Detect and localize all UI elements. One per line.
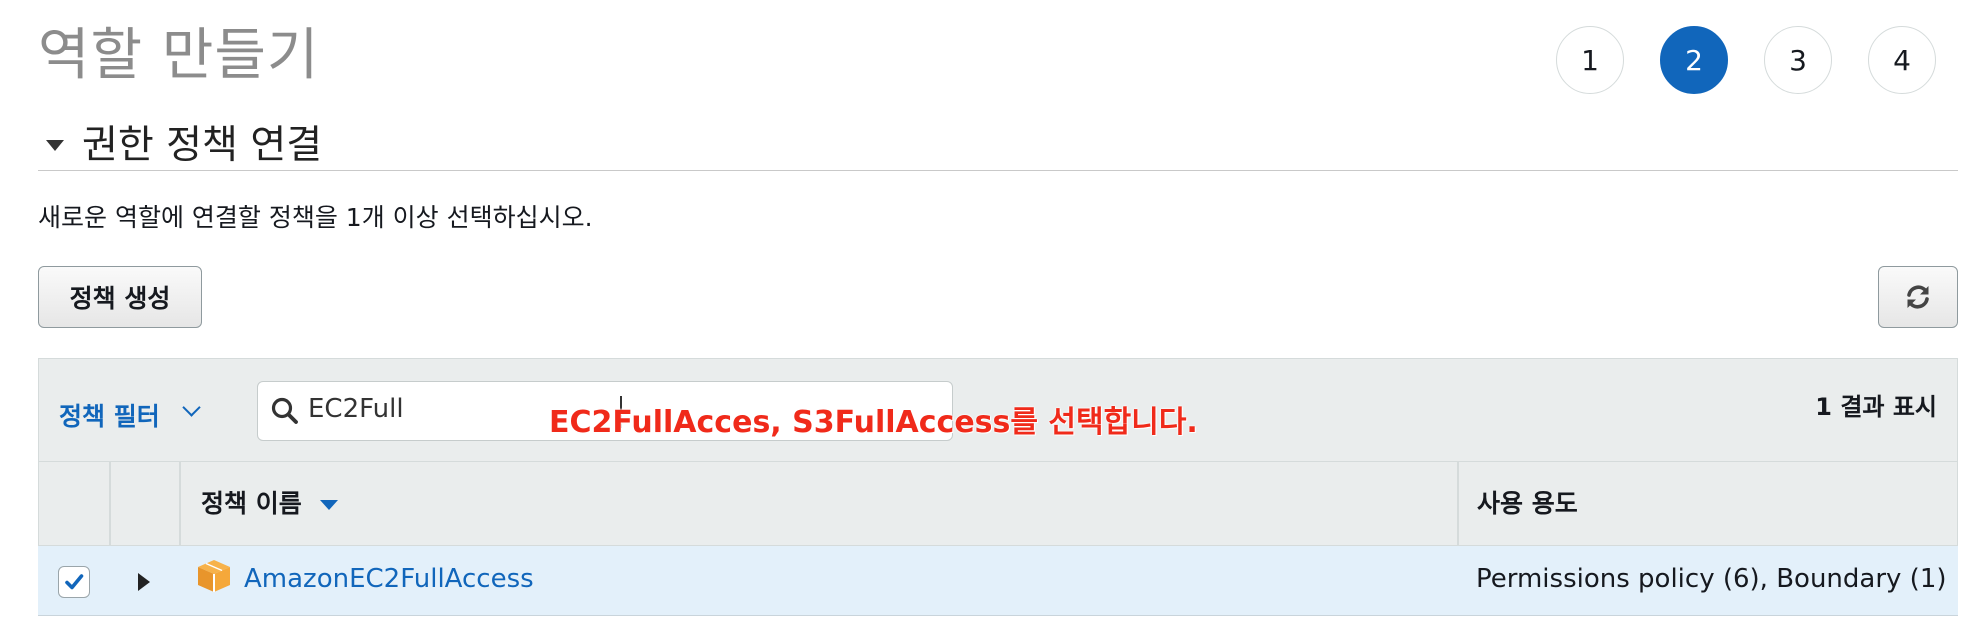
page-title: 역할 만들기 bbox=[38, 23, 320, 88]
create-policy-button[interactable]: 정책 생성 bbox=[38, 266, 202, 328]
policy-name-link[interactable]: AmazonEC2FullAccess bbox=[244, 564, 534, 594]
checkmark-icon bbox=[65, 574, 84, 590]
table-header: 정책 이름 사용 용도 bbox=[38, 462, 1958, 546]
refresh-icon bbox=[1907, 285, 1929, 309]
policy-table: 정책 필터 EC2Full EC2FullAcces, S3FullAccess… bbox=[38, 358, 1958, 616]
policy-usage-cell: Permissions policy (6), Boundary (1) bbox=[1476, 564, 1947, 594]
search-icon bbox=[271, 397, 298, 424]
section-description: 새로운 역할에 연결할 정책을 1개 이상 선택하십시오. bbox=[38, 203, 593, 232]
policy-filter-dropdown[interactable]: 정책 필터 bbox=[59, 397, 160, 433]
search-value: EC2Full bbox=[308, 394, 404, 424]
annotation-callout: EC2FullAcces, S3FullAccess를 선택합니다. bbox=[549, 405, 1198, 440]
filter-bar: 정책 필터 EC2Full EC2FullAcces, S3FullAccess… bbox=[38, 358, 1958, 462]
aws-policy-box-icon bbox=[198, 560, 230, 592]
section-title: 권한 정책 연결 bbox=[82, 123, 323, 168]
sort-desc-icon[interactable] bbox=[320, 500, 338, 510]
chevron-down-icon[interactable] bbox=[182, 398, 201, 417]
caret-down-icon[interactable] bbox=[46, 140, 64, 151]
section-header[interactable]: 권한 정책 연결 bbox=[38, 112, 1958, 171]
step-3[interactable]: 3 bbox=[1764, 26, 1832, 94]
result-count: 1 결과 표시 bbox=[1815, 393, 1937, 421]
column-divider bbox=[179, 462, 181, 545]
column-header-usage[interactable]: 사용 용도 bbox=[1477, 484, 1578, 520]
column-divider bbox=[109, 462, 111, 545]
refresh-button[interactable] bbox=[1878, 266, 1958, 328]
step-indicator: 1 2 3 4 bbox=[1556, 26, 1936, 94]
step-2-active[interactable]: 2 bbox=[1660, 26, 1728, 94]
row-checkbox[interactable] bbox=[58, 566, 90, 598]
step-4[interactable]: 4 bbox=[1868, 26, 1936, 94]
expand-row-icon[interactable] bbox=[138, 573, 150, 591]
column-header-policy-name[interactable]: 정책 이름 bbox=[201, 484, 302, 520]
table-row[interactable]: AmazonEC2FullAccess Permissions policy (… bbox=[38, 546, 1958, 616]
step-1[interactable]: 1 bbox=[1556, 26, 1624, 94]
column-divider bbox=[1457, 462, 1459, 545]
